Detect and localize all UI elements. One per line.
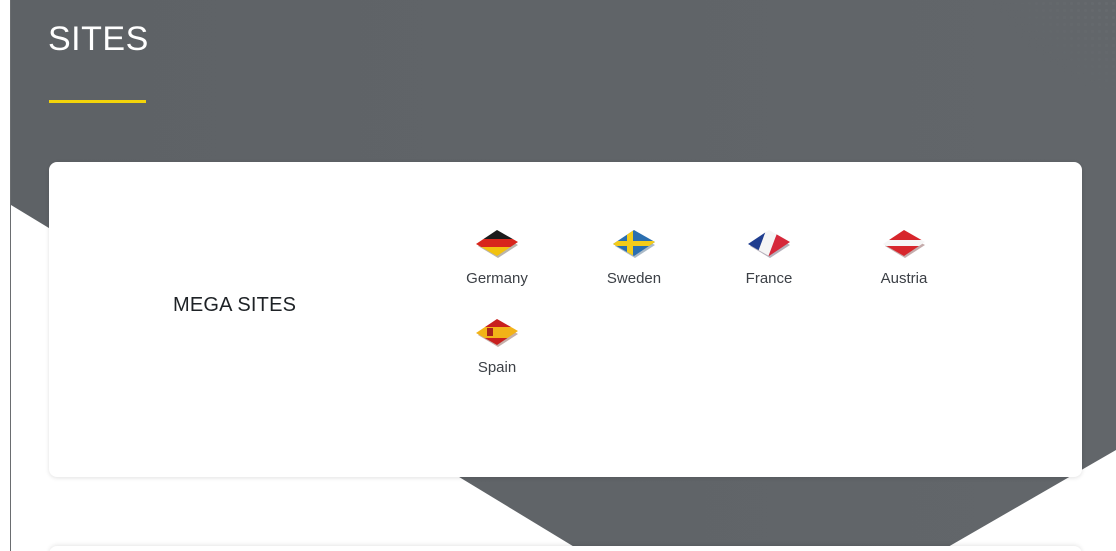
site-name: Austria [880, 270, 928, 287]
france-flag-icon [748, 230, 790, 258]
site-link-germany[interactable]: Germany [442, 228, 552, 287]
site-name: Spain [477, 359, 517, 376]
sites-page: SITES MEGA SITES Germany Sweden France A… [0, 0, 1116, 551]
site-link-austria[interactable]: Austria [849, 228, 959, 287]
left-border [10, 0, 11, 551]
spain-flag-icon [476, 319, 518, 347]
sweden-flag-icon [613, 230, 655, 258]
mega-sites-card: MEGA SITES Germany Sweden France Austria… [49, 162, 1082, 477]
site-name: France [745, 270, 793, 287]
title-underline [49, 100, 146, 103]
site-name: Germany [466, 270, 528, 287]
site-link-france[interactable]: France [714, 228, 824, 287]
mega-sites-label: MEGA SITES [173, 294, 297, 316]
site-name: Sweden [606, 270, 662, 287]
site-link-sweden[interactable]: Sweden [579, 228, 689, 287]
site-link-spain[interactable]: Spain [442, 317, 552, 376]
austria-flag-icon [883, 230, 925, 258]
germany-flag-icon [476, 230, 518, 258]
next-section-card [49, 546, 1082, 551]
page-title: SITES [48, 20, 149, 58]
